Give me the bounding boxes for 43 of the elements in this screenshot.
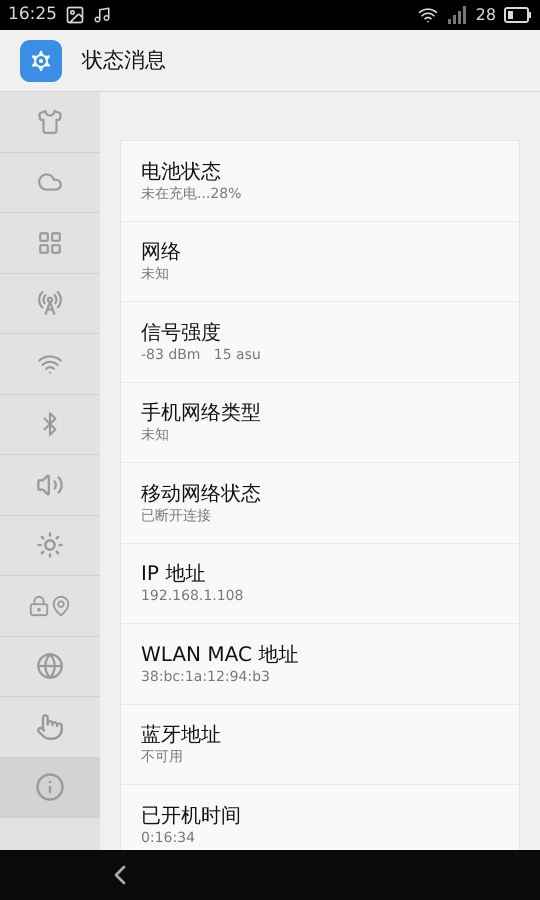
- row-title: 已开机时间: [141, 802, 242, 828]
- lock-location-icon: [28, 594, 72, 617]
- globe-icon: [36, 652, 64, 680]
- row-value: 192.168.1.108: [141, 587, 244, 606]
- cell-signal-icon: [446, 5, 468, 25]
- row-title: WLAN MAC 地址: [141, 640, 300, 667]
- info-row[interactable]: 移动网络状态 已断开连接: [121, 463, 519, 544]
- sun-icon: [36, 531, 64, 560]
- hand-icon: [36, 712, 64, 741]
- row-title: IP 地址: [141, 560, 206, 586]
- picture-icon: [65, 5, 85, 25]
- grid-icon: [37, 230, 63, 256]
- row-title: 蓝牙地址: [141, 721, 222, 748]
- info-row[interactable]: 手机网络类型 未知: [121, 382, 519, 463]
- row-value: 已断开连接: [141, 506, 212, 526]
- row-value: -83 dBm 15 asu: [141, 346, 262, 365]
- row-value: 不可用: [141, 748, 184, 768]
- info-row[interactable]: 电池状态 未在充电...28%: [121, 141, 519, 222]
- row-value: 未知: [141, 265, 170, 284]
- info-icon: [35, 772, 65, 802]
- row-value: 未在充电...28%: [141, 184, 242, 204]
- battery-icon: [504, 7, 532, 23]
- info-row[interactable]: 网络 未知: [121, 222, 519, 302]
- info-row[interactable]: 蓝牙地址 不可用: [121, 704, 519, 785]
- antenna-icon: [37, 290, 63, 316]
- music-note-icon: [93, 6, 111, 24]
- info-row[interactable]: WLAN MAC 地址 38:bc:1a:12:94:b3: [121, 624, 519, 704]
- row-title: 手机网络类型: [141, 399, 262, 426]
- row-value: 未知: [141, 426, 170, 446]
- row-value: 38:bc:1a:12:94:b3: [141, 668, 271, 687]
- row-title: 网络: [141, 238, 182, 264]
- row-title: 电池状态: [141, 158, 222, 184]
- clock-time: 16:25: [8, 3, 57, 26]
- row-value: 0:16:34: [141, 828, 196, 848]
- battery-level: 28: [476, 4, 496, 26]
- info-row[interactable]: IP 地址 192.168.1.108: [121, 544, 519, 624]
- shirt-icon: [37, 108, 63, 135]
- info-row[interactable]: 信号强度 -83 dBm 15 asu: [121, 302, 519, 382]
- settings-app-icon: [20, 40, 62, 82]
- row-title: 移动网络状态: [141, 480, 262, 506]
- row-title: 信号强度: [141, 318, 222, 345]
- page-title: 状态消息: [82, 46, 166, 74]
- sidebar-tab[interactable]: [0, 758, 100, 818]
